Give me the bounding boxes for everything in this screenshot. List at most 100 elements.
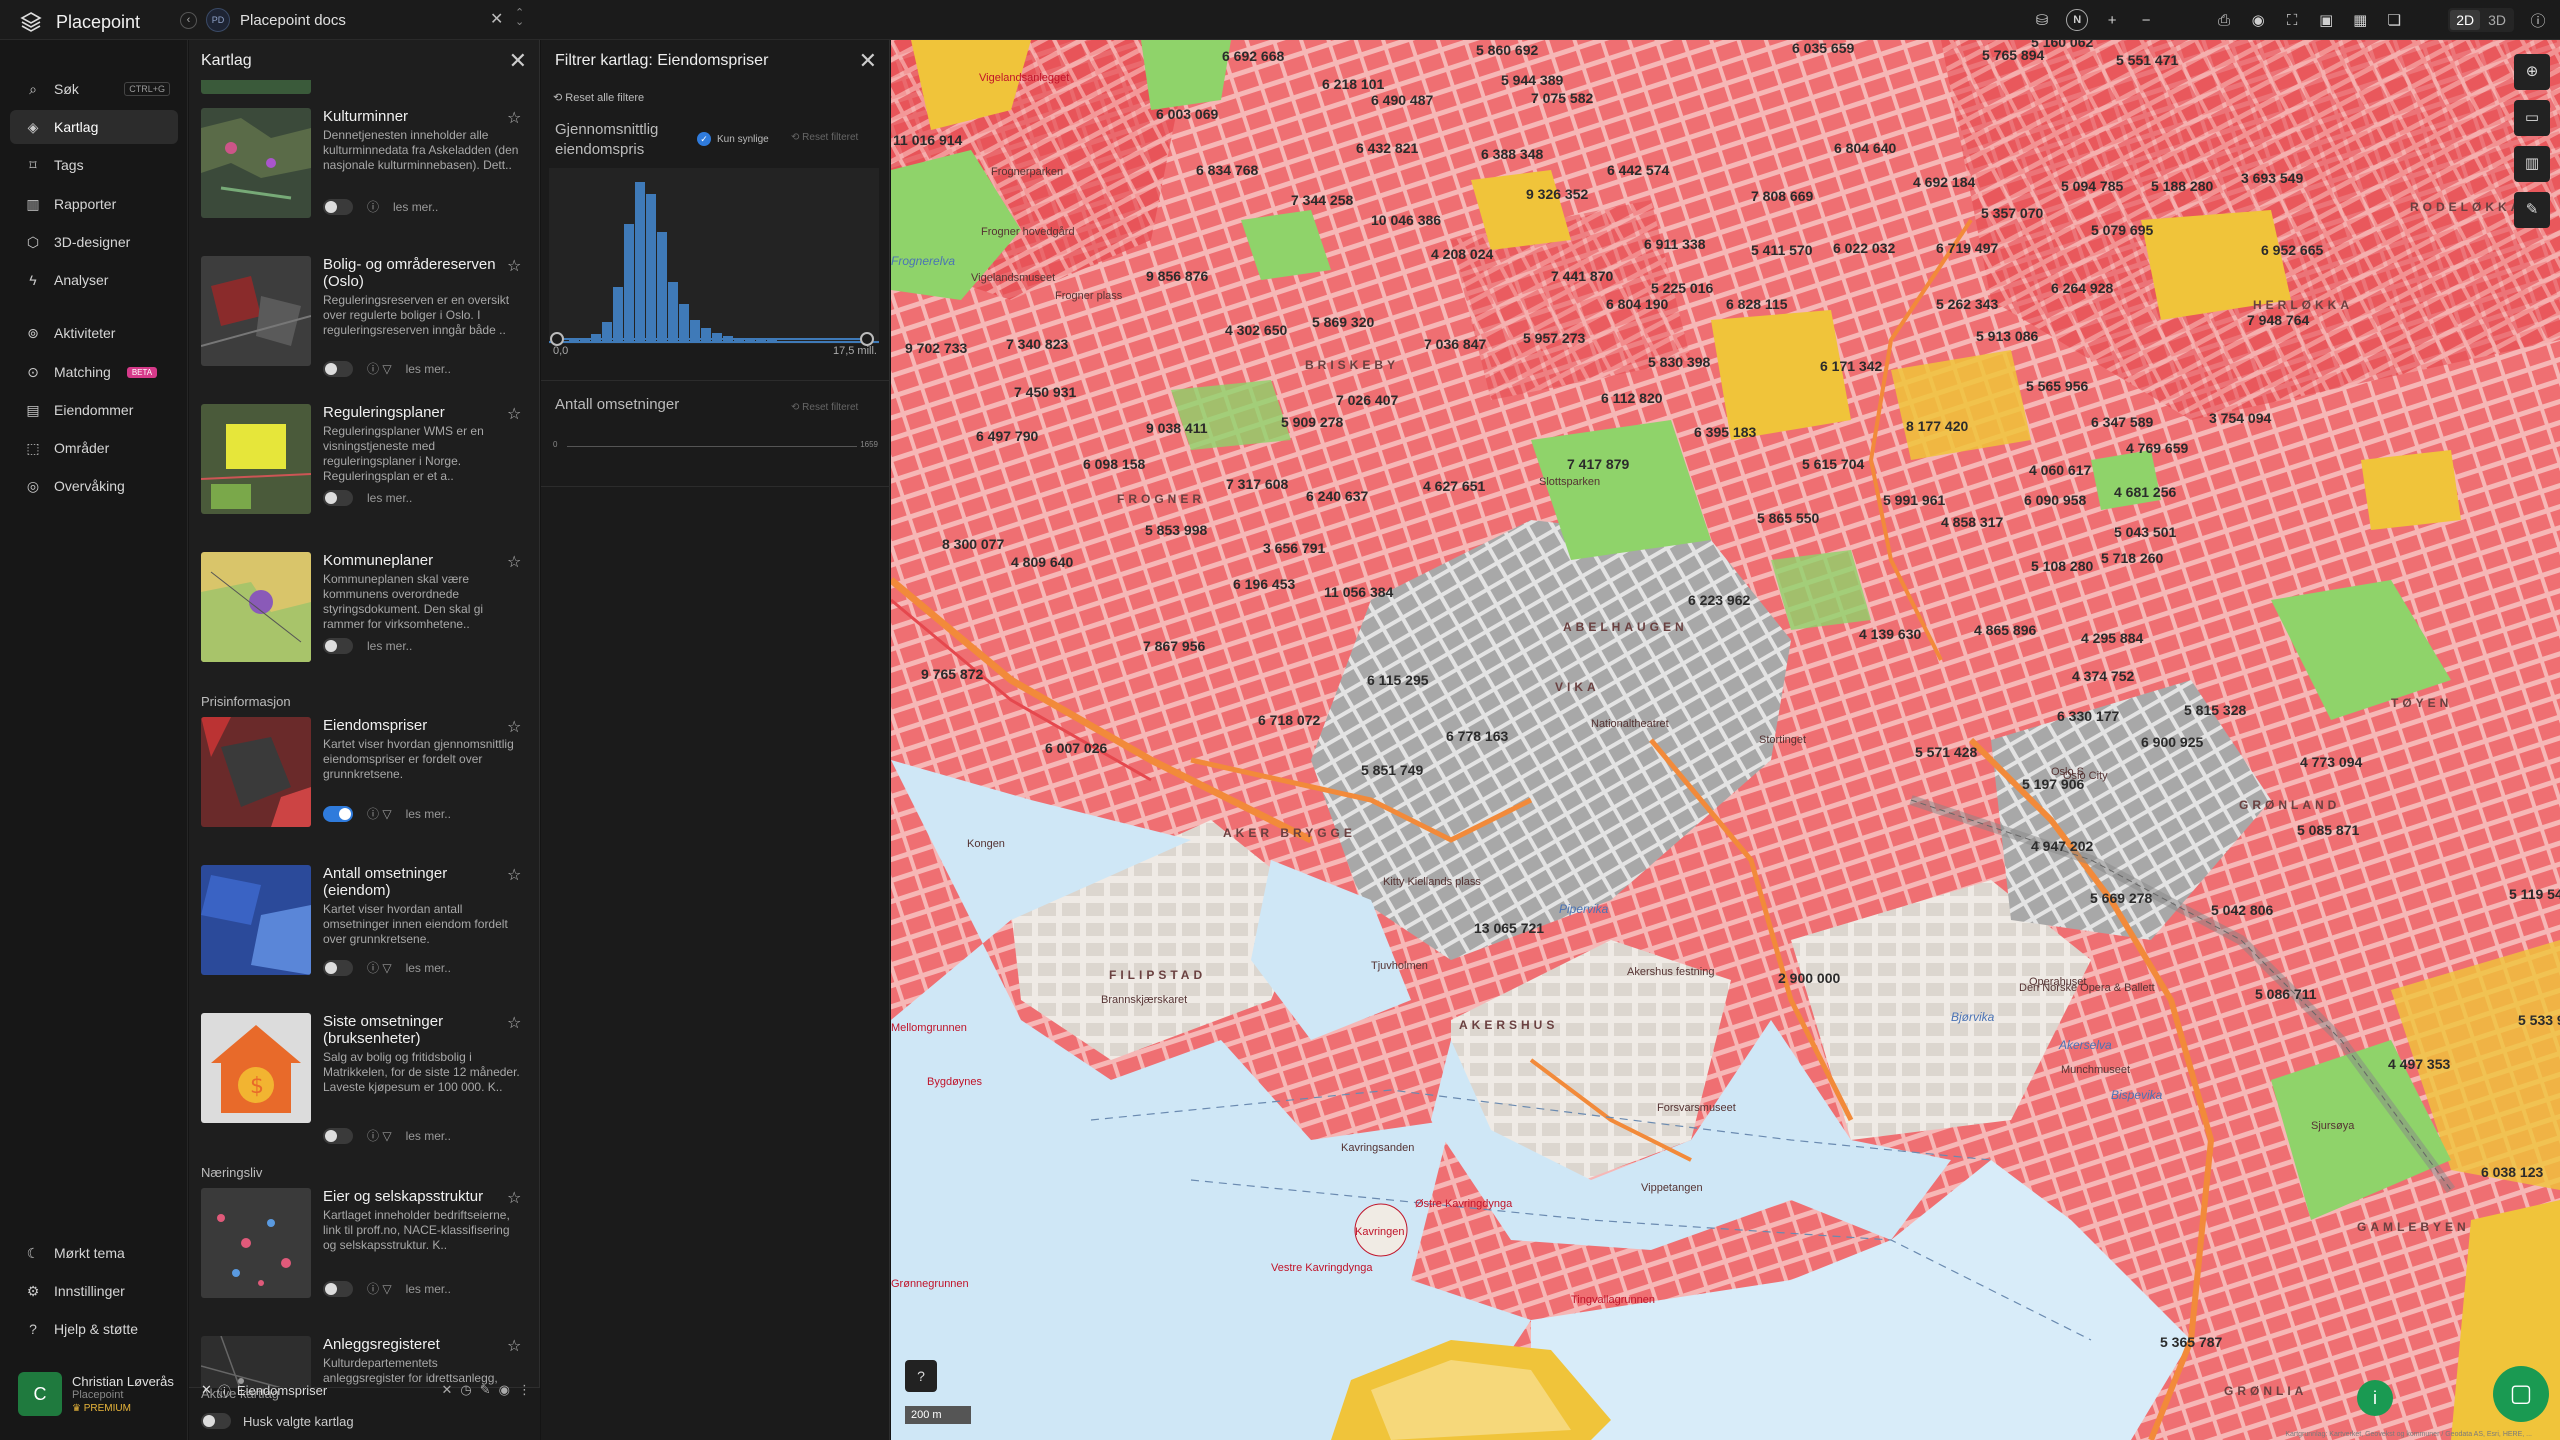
price-label[interactable]: 5 869 320 (1312, 314, 1374, 330)
price-label[interactable]: 6 900 925 (2141, 734, 2203, 750)
north-compass-icon[interactable]: N (2066, 9, 2089, 31)
price-label[interactable]: 9 856 876 (1146, 268, 1208, 284)
layer-toggle[interactable] (323, 1280, 353, 1297)
info-icon[interactable]: ⓘ ▽ (367, 1280, 392, 1297)
price-label[interactable]: 5 225 016 (1651, 280, 1713, 296)
price-label[interactable]: 11 016 914 (893, 132, 962, 148)
close-workspace-icon[interactable]: ✕ (490, 9, 503, 29)
star-icon[interactable]: ☆ (507, 552, 521, 572)
price-label[interactable]: 7 808 669 (1751, 188, 1813, 204)
price-label[interactable]: 6 003 069 (1156, 106, 1218, 122)
read-more-link[interactable]: les mer.. (406, 1129, 451, 1143)
layer-card[interactable]: Bolig- og områdereserven (Oslo) Reguleri… (189, 256, 540, 404)
price-label[interactable]: 5 718 260 (2101, 550, 2163, 566)
draw-icon[interactable]: ✎ (2514, 192, 2550, 228)
read-more-link[interactable]: les mer.. (406, 961, 451, 975)
price-label[interactable]: 5 108 280 (2031, 558, 2093, 574)
price-label[interactable]: 6 828 115 (1726, 296, 1788, 312)
layer-card[interactable]: Kulturminner Dennetjenesten inneholder a… (189, 108, 540, 256)
camera-icon[interactable]: ▣ (2316, 11, 2336, 29)
price-label[interactable]: 5 565 956 (2026, 378, 2088, 394)
layer-toggle[interactable] (323, 805, 353, 822)
layer-card[interactable]: Antall omsetninger (eiendom) Kartet vise… (189, 865, 540, 1013)
price-label[interactable]: 4 681 256 (2114, 484, 2176, 500)
price-label[interactable]: 4 374 752 (2072, 668, 2134, 684)
price-label[interactable]: 5 815 328 (2184, 702, 2246, 718)
price-label[interactable]: 6 388 348 (1481, 146, 1543, 162)
price-label[interactable]: 9 326 352 (1526, 186, 1588, 202)
price-label[interactable]: 9 765 872 (921, 666, 983, 682)
price-label[interactable]: 4 947 202 (2031, 838, 2093, 854)
price-label[interactable]: 6 490 487 (1371, 92, 1433, 108)
chart-icon[interactable]: ▥ (2514, 146, 2550, 182)
star-icon[interactable]: ☆ (507, 256, 521, 276)
price-label[interactable]: 6 264 928 (2051, 280, 2113, 296)
edit-icon[interactable]: ✎ (480, 1382, 491, 1398)
nav-item-activities[interactable]: ⊚ Aktiviteter (10, 316, 178, 350)
price-label[interactable]: 5 357 070 (1981, 205, 2043, 221)
price-label[interactable]: 4 295 884 (2081, 630, 2143, 646)
price-label[interactable]: 10 046 386 (1371, 212, 1441, 228)
price-label[interactable]: 6 911 338 (1644, 236, 1706, 252)
price-label[interactable]: 6 347 589 (2091, 414, 2153, 430)
clear-filter-icon[interactable]: ✕ (442, 1382, 453, 1398)
price-label[interactable]: 5 669 278 (2090, 890, 2152, 906)
layer-card[interactable]: Eiendomspriser Kartet viser hvordan gjen… (189, 717, 540, 865)
price-label[interactable]: 5 365 787 (2160, 1334, 2222, 1350)
price-label[interactable]: 3 693 549 (2241, 170, 2303, 186)
price-label[interactable]: 5 571 428 (1915, 744, 1977, 760)
read-more-link[interactable]: les mer.. (406, 807, 451, 821)
price-label[interactable]: 5 085 871 (2297, 822, 2359, 838)
price-label[interactable]: 4 139 630 (1859, 626, 1921, 642)
price-label[interactable]: 6 098 158 (1083, 456, 1145, 472)
price-label[interactable]: 6 834 768 (1196, 162, 1258, 178)
price-label[interactable]: 6 952 665 (2261, 242, 2323, 258)
measure-icon[interactable]: ▭ (2514, 100, 2550, 136)
price-label[interactable]: 6 497 790 (976, 428, 1038, 444)
price-label[interactable]: 5 865 550 (1757, 510, 1819, 526)
price-label[interactable]: 5 991 961 (1883, 492, 1945, 508)
nav-item-areas[interactable]: ⬚ Områder (10, 431, 178, 465)
remove-layer-icon[interactable]: ✕ (201, 1382, 212, 1398)
price-label[interactable]: 4 497 353 (2388, 1056, 2450, 1072)
price-label[interactable]: 6 022 032 (1833, 240, 1895, 256)
price-label[interactable]: 5 851 749 (1361, 762, 1423, 778)
nav-item-3d-designer[interactable]: ⬡ 3D-designer (10, 225, 178, 259)
star-icon[interactable]: ☆ (507, 108, 521, 128)
price-label[interactable]: 7 075 582 (1531, 90, 1593, 106)
print-icon[interactable]: ⎙ (2214, 12, 2234, 29)
mode-2d-button[interactable]: 2D (2450, 10, 2481, 30)
price-label[interactable]: 7 317 608 (1226, 476, 1288, 492)
price-label[interactable]: 5 188 280 (2151, 178, 2213, 194)
star-icon[interactable]: ☆ (507, 1188, 521, 1208)
price-label[interactable]: 5 853 998 (1145, 522, 1207, 538)
zoom-out-icon[interactable]: − (2136, 12, 2156, 29)
price-label[interactable]: 5 094 785 (2061, 178, 2123, 194)
price-label[interactable]: 7 417 879 (1567, 456, 1629, 472)
price-label[interactable]: 4 627 651 (1423, 478, 1485, 494)
price-label[interactable]: 6 804 190 (1606, 296, 1668, 312)
slider-handle-max[interactable] (860, 332, 874, 346)
more-vertical-icon[interactable]: ⋮ (518, 1382, 531, 1398)
map-select-icon[interactable]: ⊕ (2514, 54, 2550, 90)
dark-theme-toggle[interactable]: ☾ Mørkt tema (10, 1236, 178, 1270)
price-label[interactable]: 6 240 637 (1306, 488, 1368, 504)
collapse-nav-icon[interactable]: ‹ (180, 12, 197, 29)
price-label[interactable]: 6 090 958 (2024, 492, 2086, 508)
bookmark-icon[interactable]: ❏ (2384, 11, 2404, 29)
layer-card[interactable]: Eier og selskapsstruktur Kartlaget inneh… (189, 1188, 540, 1336)
price-label[interactable]: 5 042 806 (2211, 902, 2273, 918)
nav-item-matching[interactable]: ⊙ Matching BETA (10, 355, 178, 389)
read-more-link[interactable]: les mer.. (406, 362, 451, 376)
layer-toggle[interactable] (323, 198, 353, 215)
close-icon[interactable]: ✕ (859, 48, 877, 74)
price-label[interactable]: 6 442 574 (1607, 162, 1669, 178)
info-button-icon[interactable]: i (2357, 1380, 2393, 1416)
price-label[interactable]: 5 944 389 (1501, 72, 1563, 88)
price-label[interactable]: 6 719 497 (1936, 240, 1998, 256)
layer-card[interactable]: $ Siste omsetninger (bruksenheter) Salg … (189, 1013, 540, 1161)
price-label[interactable]: 4 060 617 (2029, 462, 2091, 478)
price-label[interactable]: 5 957 273 (1523, 330, 1585, 346)
price-label[interactable]: 13 065 721 (1474, 920, 1544, 936)
price-label[interactable]: 4 865 896 (1974, 622, 2036, 638)
